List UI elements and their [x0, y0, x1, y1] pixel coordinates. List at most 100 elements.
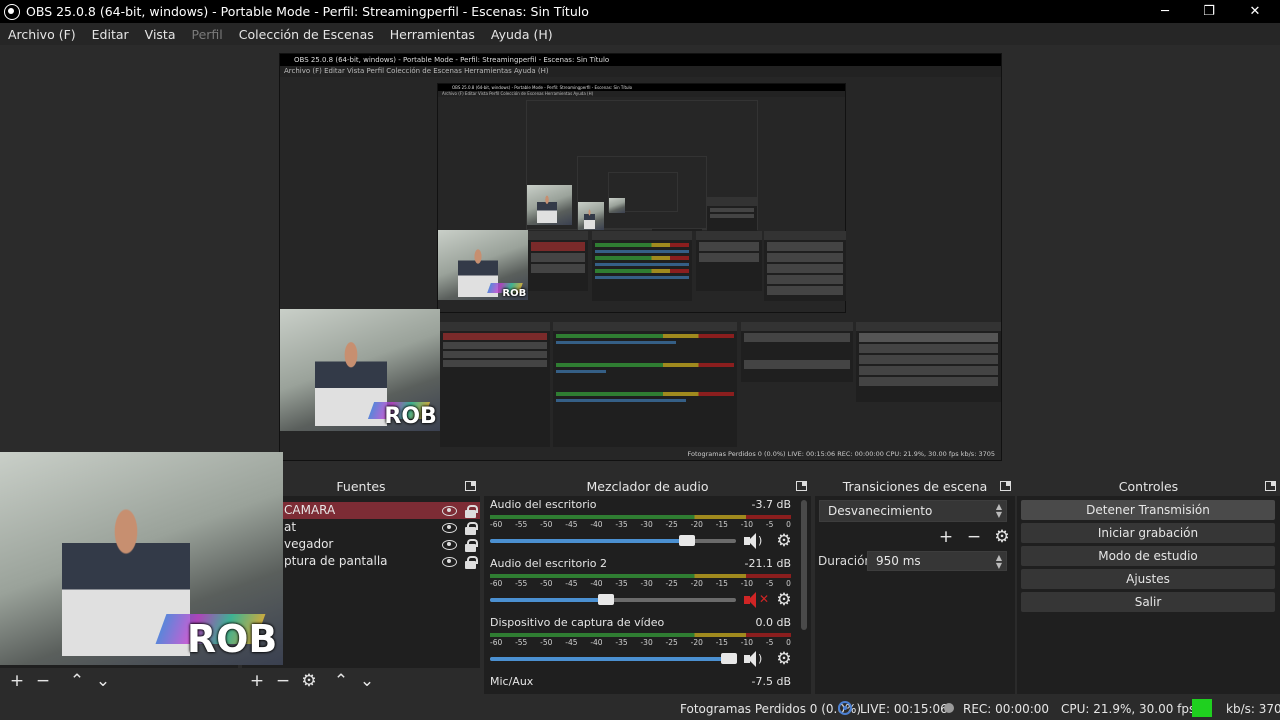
- meter-ticks: -60 -55 -50 -45 -40 -35 -30 -25 -20 -15 -10 -5 0: [490, 579, 791, 588]
- meter-tick-label: -10: [740, 520, 754, 529]
- channel-name: Audio del escritorio: [490, 498, 597, 511]
- updown-icon: ▲ ▼: [995, 502, 1002, 519]
- nested-obs-window-2: OBS 25.0.8 (64-bit, windows) - Portable …: [437, 83, 846, 313]
- mixer-scrollbar[interactable]: [801, 500, 807, 630]
- sources-float-icon[interactable]: [465, 481, 476, 491]
- meter-tick-label: 0: [786, 579, 791, 588]
- meter-tick-label: -40: [590, 638, 603, 647]
- channel-db: -7.5 dB: [751, 675, 792, 688]
- lock-icon[interactable]: [465, 505, 478, 518]
- meter-tick-label: -15: [715, 638, 728, 647]
- visibility-eye-icon[interactable]: [442, 557, 457, 567]
- add-source-button[interactable]: +: [246, 670, 268, 692]
- menu-perfil[interactable]: Perfil: [184, 27, 231, 42]
- remove-source-button[interactable]: −: [272, 670, 294, 692]
- lock-icon[interactable]: [465, 539, 478, 552]
- remove-transition-button[interactable]: −: [963, 526, 985, 548]
- meter-tick-label: -45: [565, 579, 578, 588]
- channel-settings-gear-icon[interactable]: ⚙: [774, 590, 794, 610]
- menu-editar[interactable]: Editar: [84, 27, 137, 42]
- minimize-button[interactable]: ─: [1142, 0, 1188, 23]
- maximize-button[interactable]: ❐: [1186, 0, 1232, 23]
- add-scene-button[interactable]: +: [6, 670, 28, 692]
- lock-icon[interactable]: [465, 522, 478, 535]
- source-settings-gear-icon[interactable]: ⚙: [298, 670, 320, 692]
- mixer-float-icon[interactable]: [796, 481, 807, 491]
- obs-logo-icon: [4, 3, 20, 20]
- live-broadcast-icon: [838, 701, 852, 715]
- visibility-eye-icon[interactable]: [442, 523, 457, 533]
- menu-coleccion-escenas[interactable]: Colección de Escenas: [231, 27, 382, 42]
- scene-up-button[interactable]: ⌃: [66, 670, 88, 692]
- nested-menu: Archivo (F) Editar Vista Perfil Colecció…: [280, 66, 1001, 77]
- start-recording-button[interactable]: Iniciar grabación: [1021, 523, 1275, 543]
- nested-2-transitions: [696, 231, 762, 291]
- source-item-navegador[interactable]: vegador: [280, 536, 480, 553]
- source-item-chat[interactable]: at: [280, 519, 480, 536]
- meter-tick-label: -50: [540, 520, 553, 529]
- lock-icon[interactable]: [465, 556, 478, 569]
- volume-slider-handle[interactable]: [597, 594, 614, 605]
- menu-vista[interactable]: Vista: [137, 27, 184, 42]
- meter-tick-label: -40: [590, 579, 603, 588]
- meter-tick-label: -60: [490, 638, 503, 647]
- close-button[interactable]: ✕: [1232, 0, 1278, 23]
- source-label: at: [284, 520, 297, 534]
- meter-tick-label: -35: [615, 579, 628, 588]
- nested-obs-window-3: [526, 100, 758, 231]
- speaker-icon[interactable]: ): [742, 532, 766, 550]
- transitions-float-icon[interactable]: [1000, 481, 1011, 491]
- exit-button[interactable]: Salir: [1021, 592, 1275, 612]
- channel-name: Dispositivo de captura de vídeo: [490, 616, 665, 629]
- speaker-muted-icon[interactable]: ✕: [742, 591, 769, 609]
- source-down-button[interactable]: ⌄: [356, 670, 378, 692]
- channel-name: Mic/Aux: [490, 675, 534, 688]
- visibility-eye-icon[interactable]: [442, 540, 457, 550]
- channel-db: 0.0 dB: [755, 616, 791, 629]
- sources-toolbar: + − ⚙ ⌃ ⌄: [242, 668, 480, 694]
- add-transition-button[interactable]: +: [935, 526, 957, 548]
- menu-archivo[interactable]: Archivo (F): [0, 27, 84, 42]
- transition-settings-gear-icon[interactable]: ⚙: [991, 526, 1013, 548]
- mixer-channel: Audio del escritorio 2 -21.1 dB -60 -55 -50-…: [484, 555, 811, 614]
- controls-header: Controles: [1017, 476, 1280, 496]
- meter-tick-label: -10: [740, 638, 754, 647]
- scene-down-button[interactable]: ⌄: [92, 670, 114, 692]
- nested-mixer-panel: [553, 322, 737, 447]
- menu-ayuda[interactable]: Ayuda (H): [483, 27, 561, 42]
- source-up-button[interactable]: ⌃: [330, 670, 352, 692]
- mixer-channels: Audio del escritorio -3.7 dB -60 -55 -50 -45 -…: [484, 496, 811, 693]
- transitions-dock: Transiciones de escena Desvanecimiento ▲…: [815, 476, 1015, 694]
- transitions-title: Transiciones de escena: [842, 478, 988, 494]
- controls-dock: Controles Detener Transmisión Iniciar gr…: [1017, 476, 1280, 694]
- channel-db: -3.7 dB: [751, 498, 792, 511]
- remove-scene-button[interactable]: −: [32, 670, 54, 692]
- source-item-camara[interactable]: CAMARA: [280, 502, 480, 519]
- channel-settings-gear-icon[interactable]: ⚙: [774, 531, 794, 551]
- volume-slider-handle[interactable]: [678, 535, 695, 546]
- transition-select[interactable]: Desvanecimiento ▲ ▼: [819, 500, 1007, 522]
- duration-input[interactable]: 950 ms ▲ ▼: [867, 551, 1007, 571]
- controls-float-icon[interactable]: [1265, 481, 1276, 491]
- settings-button[interactable]: Ajustes: [1021, 569, 1275, 589]
- menu-herramientas[interactable]: Herramientas: [382, 27, 483, 42]
- stop-streaming-button[interactable]: Detener Transmisión: [1021, 500, 1275, 520]
- speaker-icon[interactable]: ): [742, 650, 766, 668]
- channel-settings-gear-icon[interactable]: ⚙: [774, 649, 794, 669]
- spin-icon[interactable]: ▲ ▼: [996, 554, 1002, 570]
- volume-slider-handle[interactable]: [720, 653, 737, 664]
- visibility-eye-icon[interactable]: [442, 506, 457, 516]
- volume-slider[interactable]: [490, 535, 736, 546]
- meter-tick-label: -35: [615, 520, 628, 529]
- meter-tick-label: 0: [786, 638, 791, 647]
- studio-mode-button[interactable]: Modo de estudio: [1021, 546, 1275, 566]
- meter-tick-label: -40: [590, 520, 603, 529]
- meter-tick-label: -45: [565, 638, 578, 647]
- meter-tick-label: -55: [515, 638, 528, 647]
- preview-canvas[interactable]: OBS 25.0.8 (64-bit, windows) - Portable …: [0, 45, 1280, 665]
- status-bar: Fotogramas Perdidos 0 (0.0%) LIVE: 00:15…: [0, 696, 1280, 720]
- volume-slider[interactable]: [490, 653, 737, 664]
- channel-header: Dispositivo de captura de vídeo 0.0 dB: [490, 616, 805, 630]
- volume-slider[interactable]: [490, 594, 736, 605]
- source-item-captura-pantalla[interactable]: ptura de pantalla: [280, 553, 480, 570]
